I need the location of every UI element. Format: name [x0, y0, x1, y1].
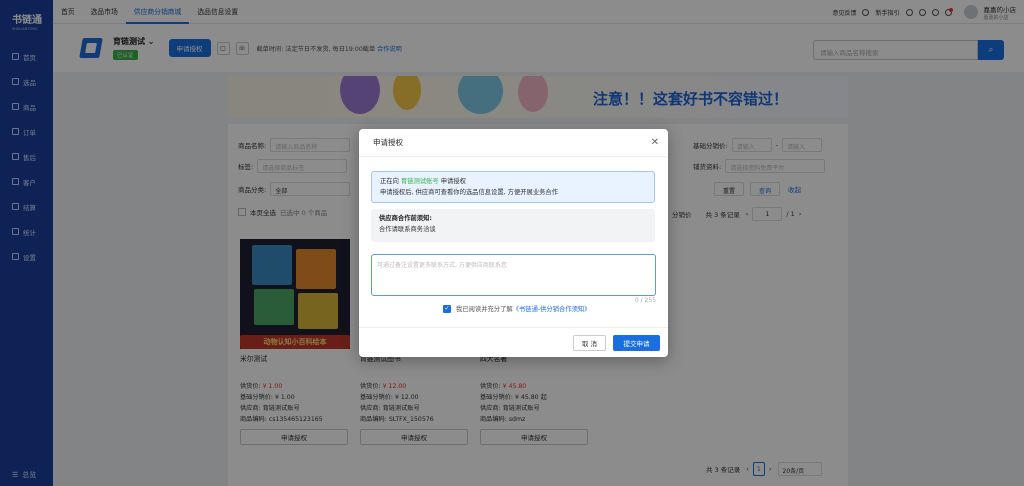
agreement-link[interactable]: 《书链通-供分销合作须知》	[513, 304, 591, 313]
modal-footer: 取 消 提交申请	[359, 327, 668, 357]
info-desc: 申请授权后, 供应商可查看你的选品信息设置, 方便开展业务合作	[380, 189, 559, 196]
supplier-account: 育链测试账号	[400, 178, 439, 185]
agree-checkbox[interactable]: ✓	[443, 304, 451, 313]
modal-title: 申请授权	[373, 138, 403, 147]
apply-auth-modal: 申请授权 ✕ 正在向 育链测试账号 申请授权 申请授权后, 供应商可查看你的选品…	[359, 129, 668, 357]
remark-textarea[interactable]: 可通过备注设置更多联系方式, 方便供应商联系您	[371, 254, 656, 296]
notice-box: 供应商合作前须知: 合作请联系商务洽谈	[371, 209, 655, 242]
submit-button[interactable]: 提交申请	[613, 335, 660, 351]
apply-info-box: 正在向 育链测试账号 申请授权 申请授权后, 供应商可查看你的选品信息设置, 方…	[371, 171, 655, 203]
modal-header: 申请授权 ✕	[359, 129, 668, 157]
agreement-row: ✓ 我已阅读并充分了解 《书链通-供分销合作须知》	[443, 304, 591, 313]
char-counter: 0 / 255	[634, 297, 656, 304]
cancel-button[interactable]: 取 消	[573, 335, 606, 351]
close-icon[interactable]: ✕	[651, 137, 659, 148]
